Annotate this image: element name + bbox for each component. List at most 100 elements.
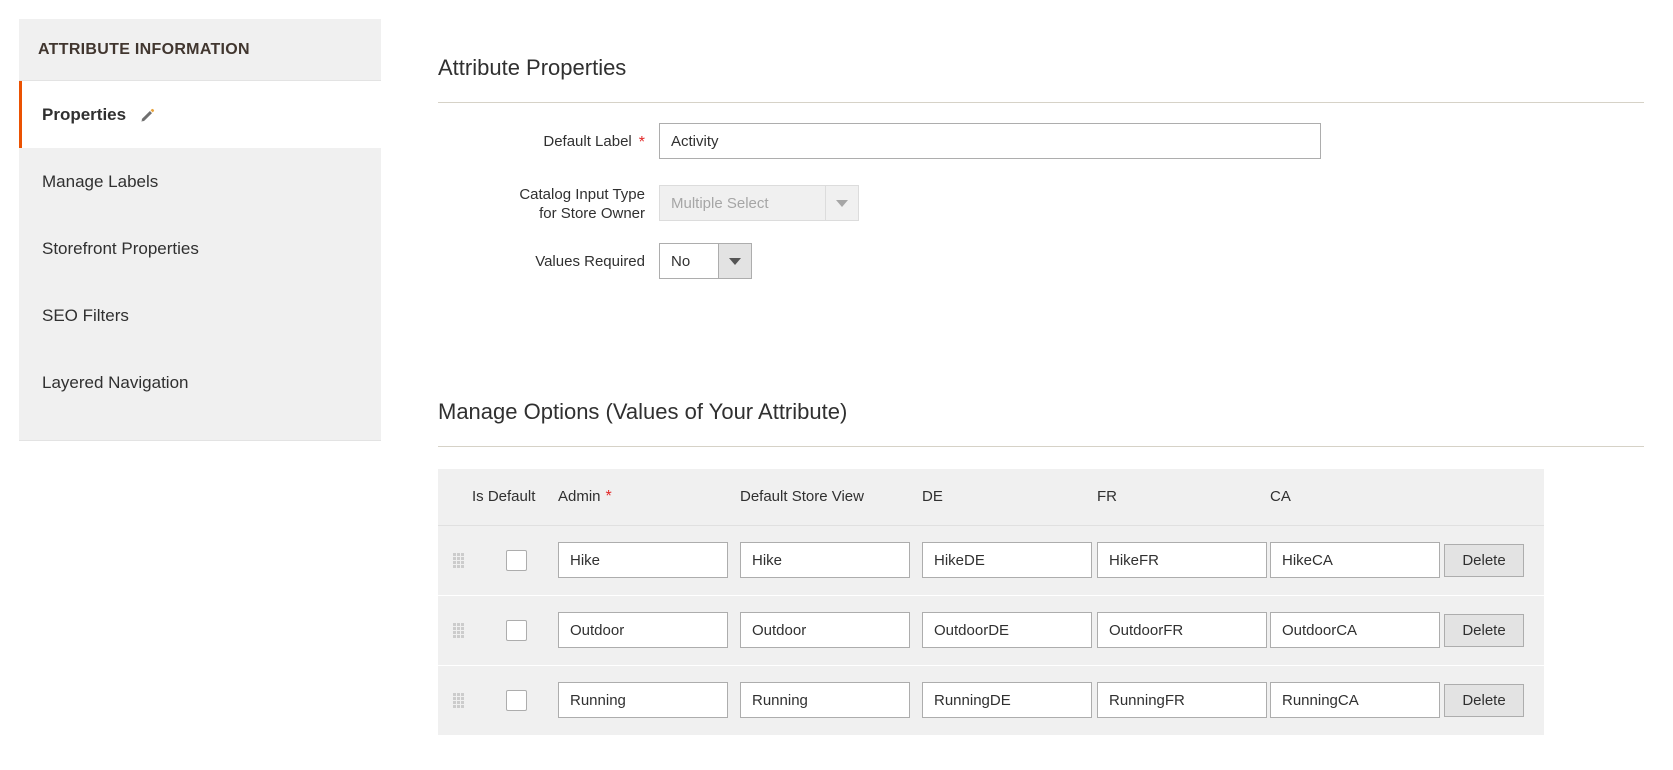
- cell-default-store-view: [740, 665, 922, 735]
- cell-de: [922, 595, 1097, 665]
- delete-option-button[interactable]: Delete: [1444, 614, 1524, 647]
- is-default-checkbox[interactable]: [506, 690, 527, 711]
- ca-value-input[interactable]: [1270, 542, 1440, 578]
- cell-drag: [438, 665, 472, 735]
- cell-ca: [1270, 665, 1444, 735]
- de-value-input[interactable]: [922, 682, 1092, 718]
- attribute-properties-form: Default Label * Catalog Input Type for S…: [438, 103, 1673, 279]
- values-required-select[interactable]: No: [659, 243, 752, 279]
- cell-de: [922, 665, 1097, 735]
- is-default-checkbox[interactable]: [506, 550, 527, 571]
- values-required-label: Values Required: [535, 252, 645, 271]
- cell-ca: [1270, 525, 1444, 595]
- delete-option-button[interactable]: Delete: [1444, 544, 1524, 577]
- sidebar-item-label: Layered Navigation: [42, 373, 188, 393]
- sidebar-item-label: Manage Labels: [42, 172, 158, 192]
- required-marker: *: [606, 487, 612, 505]
- column-header-default-store-view: Default Store View: [740, 469, 922, 525]
- de-value-input[interactable]: [922, 612, 1092, 648]
- main-content: Attribute Properties Default Label * Cat…: [438, 0, 1673, 770]
- field-row-values-required: Values Required No: [438, 243, 1673, 279]
- admin-value-input[interactable]: [558, 542, 728, 578]
- chevron-down-icon: [718, 244, 751, 278]
- cell-de: [922, 525, 1097, 595]
- column-header-is-default: Is Default: [472, 469, 558, 525]
- cell-admin: [558, 595, 740, 665]
- sidebar-item-layered-navigation[interactable]: Layered Navigation: [19, 349, 381, 416]
- cell-fr: [1097, 525, 1270, 595]
- cell-drag: [438, 595, 472, 665]
- column-header-ca: CA: [1270, 469, 1444, 525]
- sidebar-item-storefront-properties[interactable]: Storefront Properties: [19, 215, 381, 282]
- is-default-checkbox[interactable]: [506, 620, 527, 641]
- catalog-input-type-value: Multiple Select: [660, 186, 825, 220]
- drag-handle-icon[interactable]: [453, 693, 464, 708]
- sidebar-item-properties[interactable]: Properties: [19, 81, 381, 148]
- values-required-value: No: [660, 244, 718, 278]
- column-header-drag: [438, 469, 472, 525]
- chevron-down-icon: [825, 186, 858, 220]
- drag-handle-icon[interactable]: [453, 553, 464, 568]
- cell-fr: [1097, 665, 1270, 735]
- cell-action: Delete: [1444, 595, 1544, 665]
- cell-is-default: [472, 525, 558, 595]
- table-header-row: Is Default Admin* Default Store View DE …: [438, 469, 1544, 525]
- default-store-view-input[interactable]: [740, 682, 910, 718]
- ca-value-input[interactable]: [1270, 682, 1440, 718]
- values-required-label-wrap: Values Required: [438, 243, 645, 271]
- cell-is-default: [472, 595, 558, 665]
- catalog-input-type-label: Catalog Input Type for Store Owner: [519, 185, 645, 223]
- sidebar-item-label: Storefront Properties: [42, 239, 199, 259]
- sidebar-item-list: Properties Manage Labels Storefront Prop…: [19, 81, 381, 440]
- sidebar-item-seo-filters[interactable]: SEO Filters: [19, 282, 381, 349]
- default-label-label: Default Label: [543, 132, 631, 151]
- cell-admin: [558, 665, 740, 735]
- field-row-catalog-input-type: Catalog Input Type for Store Owner Multi…: [438, 181, 1673, 223]
- table-row: Delete: [438, 665, 1544, 735]
- cell-default-store-view: [740, 595, 922, 665]
- cell-is-default: [472, 665, 558, 735]
- manage-options-divider: [438, 446, 1644, 447]
- cell-drag: [438, 525, 472, 595]
- drag-handle-icon[interactable]: [453, 623, 464, 638]
- manage-options-heading: Manage Options (Values of Your Attribute…: [438, 301, 1673, 425]
- ca-value-input[interactable]: [1270, 612, 1440, 648]
- column-header-action: [1444, 469, 1544, 525]
- fr-value-input[interactable]: [1097, 612, 1267, 648]
- default-label-label-wrap: Default Label *: [438, 123, 645, 152]
- manage-options-table-head: Is Default Admin* Default Store View DE …: [438, 469, 1544, 525]
- cell-action: Delete: [1444, 665, 1544, 735]
- manage-options-table-body: Delete: [438, 525, 1544, 735]
- de-value-input[interactable]: [922, 542, 1092, 578]
- fr-value-input[interactable]: [1097, 682, 1267, 718]
- attribute-information-sidebar: ATTRIBUTE INFORMATION Properties Manage …: [19, 19, 381, 441]
- values-required-control: No: [659, 243, 752, 279]
- attribute-edit-page: ATTRIBUTE INFORMATION Properties Manage …: [0, 0, 1673, 770]
- sidebar-item-label: SEO Filters: [42, 306, 129, 326]
- catalog-input-type-label-line1: Catalog Input Type: [519, 186, 645, 203]
- cell-action: Delete: [1444, 525, 1544, 595]
- catalog-input-type-select: Multiple Select: [659, 185, 859, 221]
- required-marker: *: [639, 132, 645, 152]
- table-row: Delete: [438, 525, 1544, 595]
- fr-value-input[interactable]: [1097, 542, 1267, 578]
- column-header-admin: Admin*: [558, 469, 740, 525]
- column-header-fr: FR: [1097, 469, 1270, 525]
- delete-option-button[interactable]: Delete: [1444, 684, 1524, 717]
- admin-value-input[interactable]: [558, 612, 728, 648]
- catalog-input-type-label-line2: for Store Owner: [539, 205, 645, 222]
- catalog-input-type-label-wrap: Catalog Input Type for Store Owner: [438, 181, 645, 223]
- pencil-icon: [138, 107, 156, 125]
- table-row: Delete: [438, 595, 1544, 665]
- default-label-input[interactable]: [659, 123, 1321, 159]
- cell-fr: [1097, 595, 1270, 665]
- cell-admin: [558, 525, 740, 595]
- default-store-view-input[interactable]: [740, 542, 910, 578]
- admin-value-input[interactable]: [558, 682, 728, 718]
- sidebar-title: ATTRIBUTE INFORMATION: [19, 19, 381, 81]
- sidebar-item-label: Properties: [42, 105, 126, 125]
- default-store-view-input[interactable]: [740, 612, 910, 648]
- sidebar-item-manage-labels[interactable]: Manage Labels: [19, 148, 381, 215]
- column-header-de: DE: [922, 469, 1097, 525]
- default-label-control: [659, 123, 1321, 159]
